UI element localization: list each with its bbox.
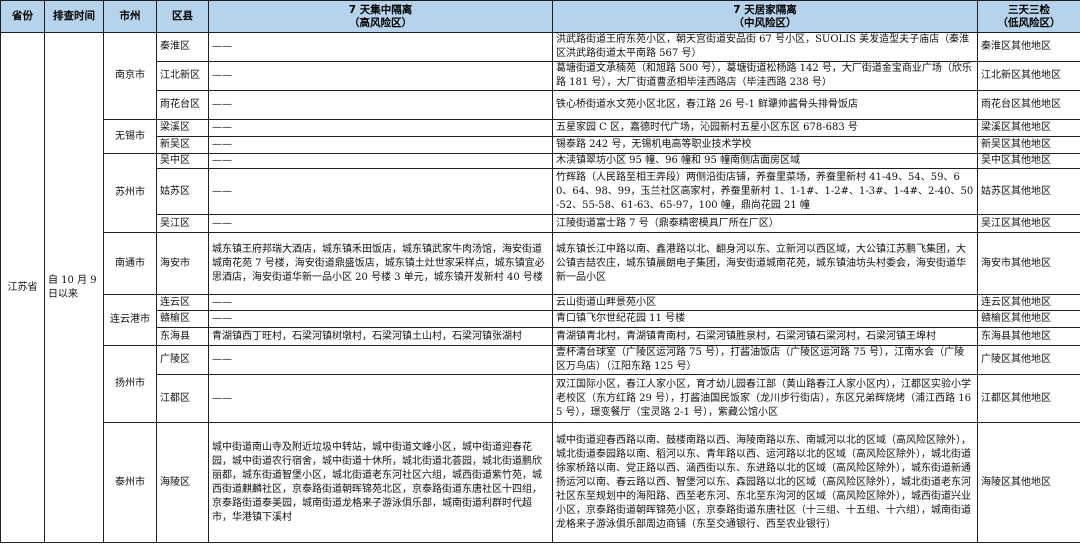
high-risk-cell: —— [208, 345, 553, 375]
high-risk-cell: —— [208, 310, 553, 328]
table-row: 无锡市 梁溪区 —— 五星家园 C 区，嘉德时代广场，沁园新村五星小区东区 67… [1, 119, 1080, 154]
header-low-risk: 三天三检 （低风险区） [977, 0, 1080, 33]
high-risk-cell: —— [208, 136, 553, 154]
time-cell: 自 10 月 9 日以来 [44, 32, 104, 543]
low-risk-cell: 秦淮区其他地区 [977, 32, 1080, 62]
header-high-risk: 7 天集中隔离 （高风险区） [208, 0, 553, 33]
header-high-risk-title: 7 天集中隔离 [348, 3, 413, 16]
district-cell: 吴中区 [156, 153, 209, 169]
table-row: 南通市 海安市 城东镇王府邦瑞大酒店，城东镇禾田饭店，城东镇武家牛肉汤馆，海安街… [1, 232, 1080, 295]
district-cell: 广陵区 [156, 345, 209, 375]
high-risk-cell: —— [208, 119, 553, 137]
mid-risk-cell: 青口镇飞尔世纪花园 11 号楼 [552, 310, 978, 328]
low-risk-cell: 东海县其他地区 [977, 327, 1080, 346]
high-risk-cell: —— [208, 168, 553, 215]
table-row: 赣榆区 —— 青口镇飞尔世纪花园 11 号楼 赣榆区其他地区 [1, 310, 1080, 328]
mid-risk-cell: 洪武路街道王府东苑小区，朝天宫街道安品街 67 号小区，SUOLIS 美发造型夫… [552, 32, 978, 62]
district-cell: 海安市 [156, 232, 209, 295]
district-cell: 雨花台区 [156, 90, 209, 120]
district-cell: 东海县 [156, 327, 209, 346]
province-cell: 江苏省 [0, 32, 45, 543]
header-province: 省份 [0, 0, 45, 33]
high-risk-cell: —— [208, 374, 553, 423]
table-row: 扬州市 广陵区 —— 壹杯清台球室（广陵区运河路 75 号），打酱油饭店（广陵区… [1, 345, 1080, 423]
low-risk-cell: 赣榆区其他地区 [977, 310, 1080, 328]
table-row: 苏州市 吴中区 —— 木渎镇翠坊小区 95 幢、96 幢和 95 幢南侧店面房区… [1, 153, 1080, 233]
header-low-risk-sub: （低风险区） [997, 16, 1061, 29]
table-row: 雨花台区 —— 铁心桥街道水文苑小区北区，春江路 26 号-1 鲜犟帅酱骨头排骨… [1, 90, 1080, 120]
mid-risk-cell: 云山街道山畔景苑小区 [552, 294, 978, 311]
city-cell-taizhou: 泰州市 [103, 422, 157, 543]
city-cell-suzhou: 苏州市 [103, 153, 157, 233]
mid-risk-cell: 江陵街道富士路 7 号（鼎泰精密模具厂所在厂区） [552, 214, 978, 233]
table-row: 东海县 青湖镇西丁旺村，石梁河镇树墩村，石梁河镇土山村，石梁河镇张湖村 青湖镇青… [1, 327, 1080, 346]
mid-risk-cell: 竹辉路（人民路至相王弄段）两侧沿街店铺，养蚕里菜场，养蚕里新村 41-49、54… [552, 168, 978, 215]
mid-risk-cell: 青湖镇青北村，青湖镇青南村，石梁河镇胜泉村，石梁河镇石梁河村，石梁河镇王埠村 [552, 327, 978, 346]
low-risk-cell: 梁溪区其他地区 [977, 119, 1080, 137]
table-row: 江都区 —— 双江国际小区，春江人家小区，育才幼儿园春江部（黄山路春江人家小区内… [1, 374, 1080, 423]
city-cell-yangzhou: 扬州市 [103, 345, 157, 423]
table-row: 江北新区 —— 葛塘街道文承楠苑（和旭路 500 号），葛塘街道松杨路 142 … [1, 61, 1080, 91]
mid-risk-cell: 木渎镇翠坊小区 95 幢、96 幢和 95 幢南侧店面房区域 [552, 153, 978, 169]
district-cell: 吴江区 [156, 214, 209, 233]
low-risk-cell: 海陵区其他地区 [977, 422, 1080, 543]
header-row: 省份 排查时间 市州 区县 7 天集中隔离 （高风险区） 7 天居家隔离 （中风… [0, 0, 1080, 33]
header-city: 市州 [103, 0, 157, 33]
low-risk-cell: 广陵区其他地区 [977, 345, 1080, 375]
header-mid-risk-sub: （中风险区） [733, 16, 797, 29]
table-row: 新吴区 —— 锡泰路 242 号，无锡机电高等职业技术学校 新吴区其他地区 [1, 136, 1080, 154]
mid-risk-cell: 葛塘街道文承楠苑（和旭路 500 号），葛塘街道松杨路 142 号，大厂街道金宝… [552, 61, 978, 91]
table-row: 吴江区 —— 江陵街道富士路 7 号（鼎泰精密模具厂所在厂区） 吴江区其他地区 [1, 214, 1080, 233]
district-cell: 海陵区 [156, 422, 209, 543]
district-cell: 梁溪区 [156, 119, 209, 137]
low-risk-cell: 吴中区其他地区 [977, 153, 1080, 169]
district-cell: 连云区 [156, 294, 209, 311]
high-risk-cell: —— [208, 32, 553, 62]
city-cell-nanjing: 南京市 [103, 32, 157, 120]
high-risk-cell: 青湖镇西丁旺村，石梁河镇树墩村，石梁河镇土山村，石梁河镇张湖村 [208, 327, 553, 346]
header-low-risk-title: 三天三检 [1008, 3, 1050, 16]
table-row: 姑苏区 —— 竹辉路（人民路至相王弄段）两侧沿街店铺，养蚕里菜场，养蚕里新村 4… [1, 168, 1080, 215]
low-risk-cell: 吴江区其他地区 [977, 214, 1080, 233]
high-risk-cell: 城中街道南山寺及附近垃圾中转站，城中街道文峰小区，城中街道迎春花园，城中街道农行… [208, 422, 553, 543]
low-risk-cell: 新吴区其他地区 [977, 136, 1080, 154]
district-cell: 江都区 [156, 374, 209, 423]
district-cell: 赣榆区 [156, 310, 209, 328]
table-row: 连云港市 连云区 —— 云山街道山畔景苑小区 连云区其他地区 [1, 294, 1080, 346]
high-risk-cell: —— [208, 294, 553, 311]
mid-risk-cell: 双江国际小区，春江人家小区，育才幼儿园春江部（黄山路春江人家小区内），江都区实验… [552, 374, 978, 423]
high-risk-cell: —— [208, 153, 553, 169]
low-risk-cell: 连云区其他地区 [977, 294, 1080, 311]
header-high-risk-sub: （高风险区） [349, 16, 412, 29]
high-risk-cell: 城东镇王府邦瑞大酒店，城东镇禾田饭店，城东镇武家牛肉汤馆，海安街道城南花苑 7 … [208, 232, 553, 295]
header-mid-risk: 7 天居家隔离 （中风险区） [552, 0, 978, 33]
mid-risk-cell: 五星家园 C 区，嘉德时代广场，沁园新村五星小区东区 678-683 号 [552, 119, 978, 137]
district-cell: 江北新区 [156, 61, 209, 91]
mid-risk-cell: 锡泰路 242 号，无锡机电高等职业技术学校 [552, 136, 978, 154]
mid-risk-cell: 壹杯清台球室（广陵区运河路 75 号），打酱油饭店（广陵区运河路 75 号），江… [552, 345, 978, 375]
header-mid-risk-title: 7 天居家隔离 [733, 3, 797, 16]
district-cell: 新吴区 [156, 136, 209, 154]
table-row: 江苏省 自 10 月 9 日以来 南京市 秦淮区 —— 洪武路街道王府东苑小区，… [0, 32, 1080, 543]
mid-risk-cell: 城中街道迎春西路以南、鼓楼南路以西、海陵南路以东、南城河以北的区域（高风险区除外… [552, 422, 978, 543]
mid-risk-cell: 城东镇长江中路以南、鑫港路以北、翻身河以东、立新河以西区域，大公镇江苏鹏飞集团，… [552, 232, 978, 295]
low-risk-cell: 雨花台区其他地区 [977, 90, 1080, 120]
high-risk-cell: —— [208, 214, 553, 233]
district-cell: 秦淮区 [156, 32, 209, 62]
header-district: 区县 [156, 0, 209, 33]
low-risk-cell: 江都区其他地区 [977, 374, 1080, 423]
city-cell-nantong: 南通市 [103, 232, 157, 295]
mid-risk-cell: 铁心桥街道水文苑小区北区，春江路 26 号-1 鲜犟帅酱骨头排骨饭店 [552, 90, 978, 120]
low-risk-cell: 姑苏区其他地区 [977, 168, 1080, 215]
table-row: 泰州市 海陵区 城中街道南山寺及附近垃圾中转站，城中街道文峰小区，城中街道迎春花… [1, 422, 1080, 543]
city-cell-lianyungang: 连云港市 [103, 294, 157, 346]
header-time: 排查时间 [44, 0, 104, 33]
high-risk-cell: —— [208, 61, 553, 91]
low-risk-cell: 海安市其他地区 [977, 232, 1080, 295]
high-risk-cell: —— [208, 90, 553, 120]
risk-area-table: 省份 排查时间 市州 区县 7 天集中隔离 （高风险区） 7 天居家隔离 （中风… [0, 0, 1080, 543]
city-cell-wuxi: 无锡市 [103, 119, 157, 154]
low-risk-cell: 江北新区其他地区 [977, 61, 1080, 91]
district-cell: 姑苏区 [156, 168, 209, 215]
